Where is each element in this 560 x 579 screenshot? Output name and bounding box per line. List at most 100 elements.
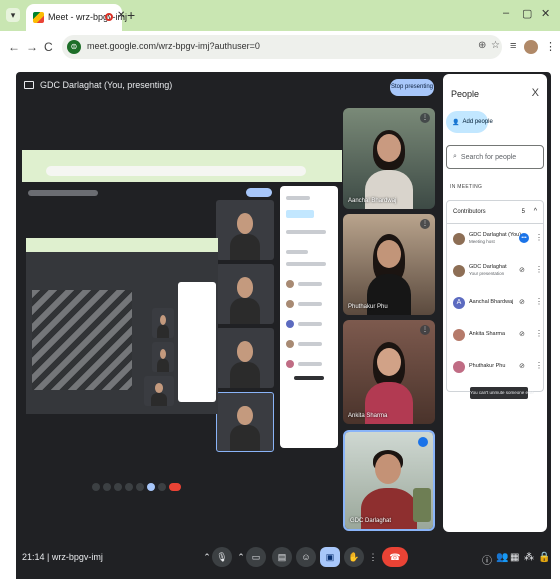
emoji-icon[interactable]: ☺ <box>296 547 316 567</box>
presented-people-panel <box>280 186 338 448</box>
presented-nested-screen <box>26 238 218 414</box>
more-vert-icon[interactable]: ⋮ <box>420 113 430 123</box>
list-item[interactable]: GDC Darlaghat Your presentation ⊘ ⋮ <box>447 256 545 288</box>
browser-toolbar: ← → C ⊜ meet.google.com/wrz-bpgv-imj?aut… <box>0 31 560 64</box>
more-vert-icon[interactable]: ⋮ <box>420 325 430 335</box>
contributors-count: 5 <box>521 209 525 215</box>
search-people-input[interactable]: ⌕ Search for people <box>446 145 544 169</box>
more-vert-icon[interactable]: ⋮ <box>535 233 543 242</box>
list-item[interactable]: A Aanchal Bhardwaj ⊘ ⋮ <box>447 288 545 320</box>
avatar <box>453 265 465 277</box>
presented-screen <box>22 150 342 494</box>
activities-icon[interactable]: ⁂ <box>524 552 534 563</box>
people-panel: People X 👤 Add people ⌕ Search for peopl… <box>443 74 547 532</box>
mic-options-icon[interactable]: ⌃ <box>202 547 212 567</box>
camera-options-icon[interactable]: ⌃ <box>236 547 246 567</box>
speaking-icon: ••• <box>519 233 529 243</box>
reload-icon[interactable]: C <box>44 40 53 54</box>
more-vert-icon[interactable]: ⋮ <box>420 219 430 229</box>
add-people-button[interactable]: 👤 Add people <box>446 111 493 133</box>
extensions-icon[interactable]: ≡ <box>510 40 516 52</box>
tab-title: Meet - wrz-bpgv-imj <box>48 12 128 22</box>
mic-off-icon[interactable]: ⊘ <box>519 298 525 306</box>
list-item[interactable]: GDC Darlaghat (You) Meeting host ••• ⋮ <box>447 224 545 256</box>
avatar: A <box>453 297 465 309</box>
participant-tile-ankita[interactable]: ⋮ Ankita Sharma <box>343 320 435 424</box>
close-icon[interactable]: X <box>532 87 539 99</box>
participant-tile-phuthakur[interactable]: ⋮ Phuthakur Phu <box>343 214 435 315</box>
address-bar[interactable]: ⊜ meet.google.com/wrz-bpgv-imj?authuser=… <box>62 35 502 59</box>
forward-icon[interactable]: → <box>26 40 38 54</box>
mic-off-icon[interactable]: ⊘ <box>519 362 525 370</box>
more-vert-icon[interactable]: ⋮ <box>535 297 543 306</box>
presented-stop-button <box>246 188 272 197</box>
presented-controls <box>92 478 242 491</box>
camera-icon[interactable]: ▭ <box>246 547 266 567</box>
search-placeholder: Search for people <box>460 153 517 161</box>
site-info-icon[interactable]: ⊜ <box>67 40 81 54</box>
mic-off-icon[interactable]: ⊘ <box>519 266 525 274</box>
list-item[interactable]: Ankita Sharma ⊘ ⋮ <box>447 320 545 352</box>
maximize-button[interactable]: ▢ <box>522 7 532 20</box>
new-tab-button[interactable]: + <box>127 7 135 23</box>
window-close-button[interactable]: ✕ <box>541 7 550 20</box>
more-vert-icon[interactable]: ⋮ <box>535 265 543 274</box>
contributors-section-header[interactable]: Contributors 5 ^ <box>446 200 544 224</box>
browser-menu-icon[interactable]: ⋮ <box>545 40 556 53</box>
participant-list-name: Phuthakur Phu <box>469 363 506 369</box>
participant-name: Phuthakur Phu <box>348 304 388 310</box>
raise-hand-icon[interactable]: ✋ <box>344 547 364 567</box>
tab-close-icon[interactable]: ✕ <box>117 10 125 21</box>
back-icon[interactable]: ← <box>8 40 20 54</box>
minimize-button[interactable]: – <box>503 7 509 19</box>
tooltip: You can't unmute someone else <box>470 387 534 399</box>
present-screen-icon <box>24 81 34 89</box>
chat-icon[interactable]: ▦ <box>510 552 519 563</box>
participant-tile-aanchal[interactable]: ⋮ Aanchal Bhardwaj <box>343 108 435 209</box>
participant-tile-gdc-darlaghat[interactable]: GDC Darlaghat <box>343 430 435 531</box>
tab-search-icon[interactable]: ▾ <box>6 8 20 22</box>
nested-tile <box>144 376 174 406</box>
microphone-icon[interactable]: 🎙 <box>212 547 232 567</box>
list-item[interactable]: Phuthakur Phu ⊘ ⋮ <box>447 352 545 384</box>
people-icon[interactable]: 👥 <box>496 552 508 563</box>
stop-presenting-button[interactable]: Stop presenting <box>390 79 434 96</box>
presenting-label: GDC Darlaghat (You, presenting) <box>40 80 173 90</box>
add-people-label: Add people <box>462 119 493 125</box>
meet-window: GDC Darlaghat (You, presenting) Stop pre… <box>16 72 551 579</box>
meeting-time-code: 21:14 | wrz-bpgv-imj <box>22 552 103 562</box>
avatar <box>453 233 465 245</box>
tab-strip: ▾ Meet - wrz-bpgv-imj ✕ + – ▢ ✕ <box>0 0 560 31</box>
mic-off-icon[interactable]: ⊘ <box>519 330 525 338</box>
participant-list-name: GDC Darlaghat <box>469 264 507 270</box>
leave-call-button[interactable]: ☎ <box>382 547 408 567</box>
bookmark-star-icon[interactable]: ☆ <box>491 40 500 51</box>
profile-avatar[interactable] <box>524 40 538 54</box>
participant-list-role: Meeting host <box>469 239 495 244</box>
meeting-details-icon[interactable]: ⓘ <box>482 552 492 567</box>
presented-tile <box>216 200 274 260</box>
participant-list-name: GDC Darlaghat (You) <box>469 232 522 238</box>
presented-meet-view <box>22 182 342 494</box>
participant-list: GDC Darlaghat (You) Meeting host ••• ⋮ G… <box>446 224 544 392</box>
speaking-icon <box>418 437 428 447</box>
tab-meet[interactable]: Meet - wrz-bpgv-imj ✕ <box>26 4 127 31</box>
more-options-icon[interactable]: ⋮ <box>368 547 378 567</box>
zoom-icon[interactable]: ⊕ <box>478 40 486 51</box>
more-vert-icon[interactable]: ⋮ <box>535 361 543 370</box>
participant-list-name: Aanchal Bhardwaj <box>469 299 514 305</box>
in-meeting-heading: IN MEETING <box>450 184 483 190</box>
present-now-icon[interactable]: ▣ <box>320 547 340 567</box>
participant-name: Ankita Sharma <box>348 413 388 419</box>
contributors-label: Contributors <box>453 209 486 215</box>
participant-name: GDC Darlaghat <box>350 518 392 524</box>
captions-icon[interactable]: ▤ <box>272 547 292 567</box>
host-controls-icon[interactable]: 🔒 <box>538 552 550 563</box>
add-person-icon: 👤 <box>452 119 460 126</box>
presented-tile <box>216 328 274 388</box>
more-vert-icon[interactable]: ⋮ <box>535 329 543 338</box>
chevron-up-icon[interactable]: ^ <box>534 208 537 215</box>
page-margin-right <box>551 72 560 579</box>
nested-tile <box>152 342 174 372</box>
avatar <box>453 361 465 373</box>
